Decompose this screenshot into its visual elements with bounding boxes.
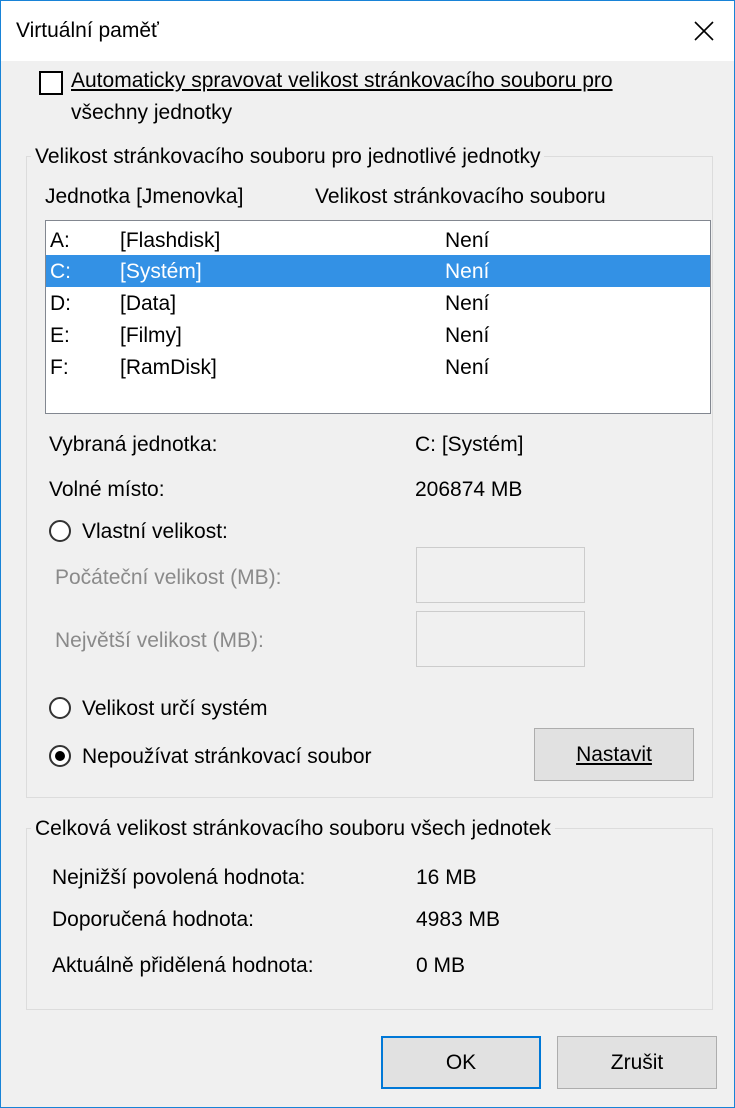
drive-label: [Systém]: [120, 260, 202, 283]
auto-manage-label-line2[interactable]: všechny jednotky: [71, 101, 232, 125]
drive-letter: C:: [50, 260, 71, 283]
drive-page-size: Není: [445, 324, 490, 347]
min-allowed-label: Nejnižší povolená hodnota:: [52, 866, 306, 889]
auto-manage-label-text: Automaticky spravovat velikost stránkova…: [71, 69, 613, 92]
drive-letter: E:: [50, 324, 70, 347]
column-header-size: Velikost stránkovacího souboru: [315, 185, 606, 208]
drive-page-size: Není: [445, 229, 490, 252]
ok-button-label: OK: [445, 1050, 477, 1074]
selected-drive-value: C: [Systém]: [415, 433, 524, 456]
cancel-button-label: Zrušit: [610, 1050, 664, 1074]
drive-list[interactable]: A: [Flashdisk] Není C: [Systém] Není D: …: [45, 220, 711, 414]
no-paging-file-label[interactable]: Nepoužívat stránkovací soubor: [82, 745, 372, 769]
initial-size-input[interactable]: [416, 547, 585, 603]
set-button[interactable]: Nastavit: [534, 728, 694, 781]
drive-label: [Flashdisk]: [120, 229, 221, 252]
max-size-label: Největší velikost (MB):: [55, 629, 264, 652]
auto-manage-label-line1[interactable]: Automaticky spravovat velikost stránkova…: [71, 69, 613, 93]
drive-row-c[interactable]: C: [Systém] Není: [46, 255, 710, 287]
set-button-label: Nastavit: [576, 742, 652, 766]
window-title: Virtuální paměť: [16, 19, 159, 42]
title-bar: Virtuální paměť: [1, 1, 734, 61]
drive-letter: F:: [50, 356, 69, 379]
currently-allocated-value: 0 MB: [416, 954, 466, 977]
initial-size-label: Počáteční velikost (MB):: [55, 566, 282, 589]
auto-manage-checkbox[interactable]: [39, 71, 63, 95]
system-managed-radio[interactable]: [49, 697, 71, 719]
drive-letter: A:: [50, 229, 70, 252]
drive-page-size: Není: [445, 260, 490, 283]
drive-label: [Data]: [120, 292, 177, 315]
drive-row-d[interactable]: D: [Data] Není: [46, 287, 710, 319]
drive-label: [RamDisk]: [120, 356, 217, 379]
no-paging-file-radio[interactable]: [49, 745, 71, 767]
ok-button[interactable]: OK: [381, 1036, 541, 1089]
drive-row-a[interactable]: A: [Flashdisk] Není: [46, 224, 710, 256]
drive-row-e[interactable]: E: [Filmy] Není: [46, 319, 710, 351]
drive-page-size: Není: [445, 292, 490, 315]
virtual-memory-dialog: Virtuální paměť Automaticky spravovat ve…: [0, 0, 735, 1108]
cancel-button[interactable]: Zrušit: [557, 1036, 717, 1089]
close-button[interactable]: [674, 1, 734, 61]
drive-row-f[interactable]: F: [RamDisk] Není: [46, 351, 710, 383]
drive-label: [Filmy]: [120, 324, 182, 347]
drive-page-size: Není: [445, 356, 490, 379]
custom-size-label[interactable]: Vlastní velikost:: [82, 520, 228, 544]
drive-letter: D:: [50, 292, 71, 315]
per-drive-group-title: Velikost stránkovacího souboru pro jedno…: [31, 145, 545, 169]
recommended-label: Doporučená hodnota:: [52, 908, 254, 931]
selected-drive-label: Vybraná jednotka:: [49, 433, 218, 456]
min-allowed-value: 16 MB: [416, 866, 477, 889]
totals-group-title: Celková velikost stránkovacího souboru v…: [31, 817, 555, 841]
max-size-input[interactable]: [416, 611, 585, 667]
free-space-value: 206874 MB: [415, 478, 523, 501]
column-header-drive: Jednotka [Jmenovka]: [45, 185, 244, 208]
custom-size-radio[interactable]: [49, 520, 71, 542]
currently-allocated-label: Aktuálně přidělená hodnota:: [52, 954, 314, 977]
recommended-value: 4983 MB: [416, 908, 501, 931]
system-managed-label[interactable]: Velikost určí systém: [82, 697, 268, 721]
free-space-label: Volné místo:: [49, 478, 165, 501]
close-icon: [694, 21, 714, 41]
